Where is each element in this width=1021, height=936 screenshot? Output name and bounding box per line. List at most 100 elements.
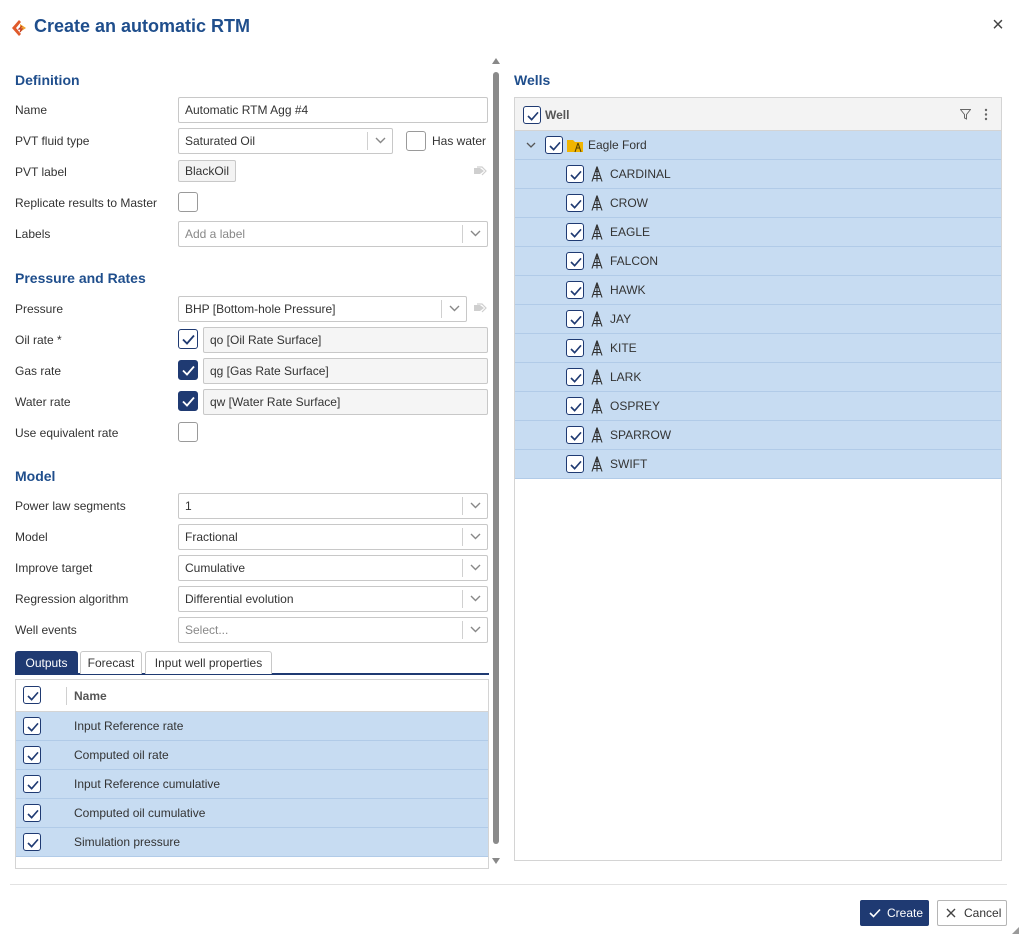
well-checkbox[interactable] xyxy=(566,165,584,183)
well-row[interactable]: SPARROW xyxy=(515,421,1001,450)
cancel-button[interactable]: Cancel xyxy=(937,900,1007,926)
well-name: KITE xyxy=(610,341,637,355)
pvt-fluid-select[interactable]: Saturated Oil xyxy=(178,128,393,154)
model-section-title: Model xyxy=(15,468,56,484)
create-button[interactable]: Create xyxy=(860,900,929,926)
row-checkbox[interactable] xyxy=(23,775,41,793)
close-icon[interactable]: × xyxy=(989,15,1007,36)
filter-icon[interactable] xyxy=(960,109,971,120)
well-events-label: Well events xyxy=(15,623,77,637)
chevron-down-icon[interactable] xyxy=(441,300,466,318)
oil-well-icon xyxy=(591,427,603,443)
name-input[interactable]: Automatic RTM Agg #4 xyxy=(178,97,488,123)
well-name: SWIFT xyxy=(610,457,648,471)
well-row[interactable]: LARK xyxy=(515,363,1001,392)
table-row[interactable]: Input Reference cumulative xyxy=(16,770,488,799)
well-name: SPARROW xyxy=(610,428,672,442)
row-checkbox[interactable] xyxy=(23,833,41,851)
group-checkbox[interactable] xyxy=(545,136,563,154)
power-law-select[interactable]: 1 xyxy=(178,493,488,519)
well-row[interactable]: JAY xyxy=(515,305,1001,334)
water-rate-field[interactable]: qw [Water Rate Surface] xyxy=(203,389,488,415)
name-label: Name xyxy=(15,103,48,117)
well-checkbox[interactable] xyxy=(566,455,584,473)
tab-bar: Outputs Forecast Input well properties xyxy=(15,651,489,675)
row-checkbox[interactable] xyxy=(23,804,41,822)
well-checkbox[interactable] xyxy=(566,223,584,241)
well-checkbox[interactable] xyxy=(566,252,584,270)
well-checkbox[interactable] xyxy=(566,310,584,328)
chevron-down-icon[interactable] xyxy=(367,132,392,150)
well-events-select[interactable]: Select... xyxy=(178,617,488,643)
row-name: Simulation pressure xyxy=(74,835,181,849)
well-row[interactable]: SWIFT xyxy=(515,450,1001,479)
well-checkbox[interactable] xyxy=(566,281,584,299)
chevron-down-icon[interactable] xyxy=(462,559,487,577)
well-row[interactable]: HAWK xyxy=(515,276,1001,305)
well-checkbox[interactable] xyxy=(566,339,584,357)
table-row[interactable]: Simulation pressure xyxy=(16,828,488,857)
table-row[interactable]: Input Reference rate xyxy=(16,712,488,741)
chevron-down-icon[interactable] xyxy=(462,590,487,608)
resize-handle[interactable] xyxy=(1012,927,1019,934)
well-row[interactable]: CARDINAL xyxy=(515,160,1001,189)
chevron-down-icon[interactable] xyxy=(462,497,487,515)
well-checkbox[interactable] xyxy=(566,194,584,212)
pvt-label-chip[interactable]: BlackOil xyxy=(178,160,237,182)
pressure-rates-section-title: Pressure and Rates xyxy=(15,270,146,286)
well-row[interactable]: FALCON xyxy=(515,247,1001,276)
improve-target-select[interactable]: Cumulative xyxy=(178,555,488,581)
has-water-checkbox[interactable] xyxy=(406,131,426,151)
scrollbar-thumb[interactable] xyxy=(493,72,499,844)
oil-well-icon xyxy=(591,369,603,385)
column-header-well[interactable]: Well xyxy=(545,108,569,122)
pressure-select[interactable]: BHP [Bottom-hole Pressure] xyxy=(178,296,467,322)
well-row[interactable]: CROW xyxy=(515,189,1001,218)
left-panel-scrollbar[interactable] xyxy=(492,58,500,870)
app-logo-icon xyxy=(12,20,26,36)
equiv-rate-checkbox[interactable] xyxy=(178,422,198,442)
well-name: JAY xyxy=(610,312,632,326)
oil-rate-field[interactable]: qo [Oil Rate Surface] xyxy=(203,327,488,353)
gas-rate-field[interactable]: qg [Gas Rate Surface] xyxy=(203,358,488,384)
well-row[interactable]: EAGLE xyxy=(515,218,1001,247)
regression-select[interactable]: Differential evolution xyxy=(178,586,488,612)
dialog-title: Create an automatic RTM xyxy=(34,16,251,36)
row-checkbox[interactable] xyxy=(23,717,41,735)
well-row[interactable]: KITE xyxy=(515,334,1001,363)
table-row[interactable]: Computed oil cumulative xyxy=(16,799,488,828)
row-checkbox[interactable] xyxy=(23,746,41,764)
oil-rate-checkbox[interactable] xyxy=(178,329,198,349)
pressure-label: Pressure xyxy=(15,302,64,316)
well-checkbox[interactable] xyxy=(566,397,584,415)
tag-icon[interactable] xyxy=(473,166,487,176)
chevron-down-icon[interactable] xyxy=(526,142,536,149)
chevron-down-icon[interactable] xyxy=(462,621,487,639)
column-header-name[interactable]: Name xyxy=(74,689,107,703)
well-checkbox[interactable] xyxy=(566,368,584,386)
scroll-down-icon[interactable] xyxy=(492,858,500,864)
scroll-up-icon[interactable] xyxy=(492,58,500,64)
tab-outputs[interactable]: Outputs xyxy=(15,651,78,674)
water-rate-checkbox[interactable] xyxy=(178,391,198,411)
tab-input-well-properties[interactable]: Input well properties xyxy=(145,651,272,674)
more-options-icon[interactable] xyxy=(984,108,988,121)
model-label: Model xyxy=(15,530,48,544)
select-all-wells-checkbox[interactable] xyxy=(523,106,541,124)
table-row[interactable]: Computed oil rate xyxy=(16,741,488,770)
tab-forecast[interactable]: Forecast xyxy=(80,651,142,674)
oil-well-icon xyxy=(591,253,603,269)
chevron-down-icon[interactable] xyxy=(462,528,487,546)
tag-icon[interactable] xyxy=(473,303,487,313)
select-all-checkbox[interactable] xyxy=(23,686,41,704)
well-row[interactable]: OSPREY xyxy=(515,392,1001,421)
well-checkbox[interactable] xyxy=(566,426,584,444)
replicate-checkbox[interactable] xyxy=(178,192,198,212)
gas-rate-checkbox[interactable] xyxy=(178,360,198,380)
model-select[interactable]: Fractional xyxy=(178,524,488,550)
well-name: CROW xyxy=(610,196,648,210)
chevron-down-icon[interactable] xyxy=(462,225,487,243)
well-group-row[interactable]: Eagle Ford xyxy=(515,131,1001,160)
definition-section-title: Definition xyxy=(15,72,80,88)
labels-input[interactable]: Add a label xyxy=(178,221,488,247)
